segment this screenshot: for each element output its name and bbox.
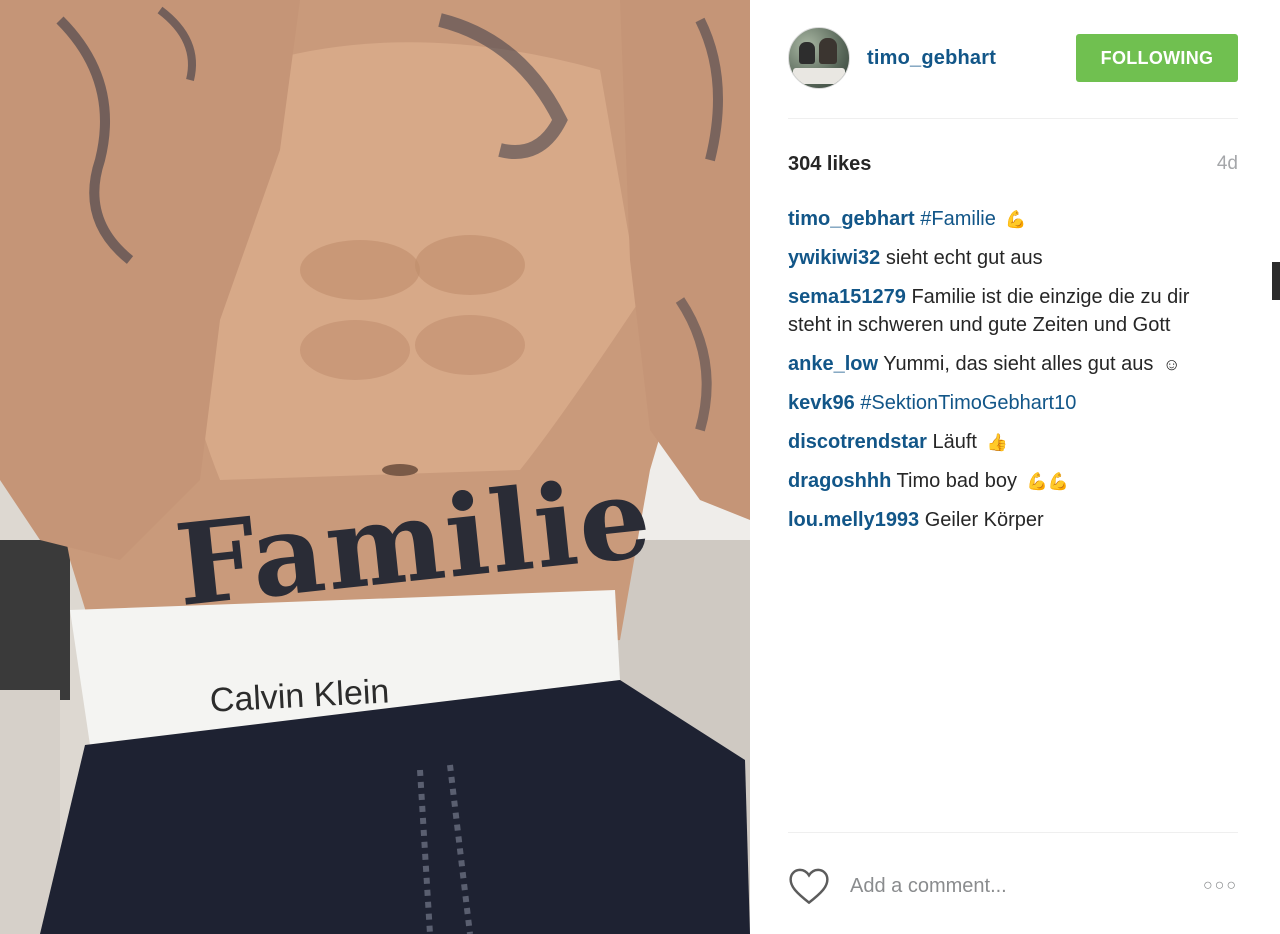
hand-pointing-icon: 👍 <box>986 433 1008 453</box>
comment-user-link[interactable]: anke_low <box>788 353 878 375</box>
list-item: sema151279 Familie ist die einzige die z… <box>788 283 1236 339</box>
comment-user-link[interactable]: timo_gebhart <box>788 208 915 230</box>
more-options-icon[interactable]: ○○○ <box>1198 877 1238 895</box>
comment-text: sieht echt gut aus <box>885 247 1043 269</box>
comment-user-link[interactable]: ywikiwi32 <box>788 247 880 269</box>
post-stats: 304 likes 4d <box>788 150 1238 178</box>
comment-user-link[interactable]: discotrendstar <box>788 431 927 453</box>
post-header: timo_gebhart FOLLOWING <box>788 22 1238 94</box>
list-item: timo_gebhart #Familie 💪 <box>788 205 1236 233</box>
footer-divider <box>788 832 1238 833</box>
list-item: anke_low Yummi, das sieht alles gut aus … <box>788 350 1236 378</box>
post-details-panel: timo_gebhart FOLLOWING 304 likes 4d timo… <box>750 0 1272 934</box>
post-time[interactable]: 4d <box>1217 153 1238 175</box>
comment-text: Läuft <box>932 431 977 453</box>
flexed-biceps-icon: 💪 <box>1005 210 1027 230</box>
comment-user-link[interactable]: lou.melly1993 <box>788 509 919 531</box>
comment-user-link[interactable]: dragoshhh <box>788 470 891 492</box>
comment-input[interactable] <box>848 873 1198 899</box>
comment-user-link[interactable]: sema151279 <box>788 286 906 308</box>
comment-user-link[interactable]: kevk96 <box>788 392 855 414</box>
likes-count[interactable]: 304 likes <box>788 153 871 176</box>
username-link[interactable]: timo_gebhart <box>867 47 996 70</box>
list-item: discotrendstar Läuft 👍 <box>788 428 1236 456</box>
following-button[interactable]: FOLLOWING <box>1076 34 1238 82</box>
header-divider <box>788 118 1238 119</box>
background-edge <box>1272 262 1280 300</box>
comment-bar: ○○○ <box>788 862 1238 910</box>
list-item: lou.melly1993 Geiler Körper <box>788 506 1236 534</box>
heart-icon[interactable] <box>788 866 830 906</box>
list-item: dragoshhh Timo bad boy 💪💪 <box>788 467 1236 495</box>
list-item: kevk96 #SektionTimoGebhart10 <box>788 389 1236 417</box>
comment-text: Geiler Körper <box>924 509 1044 531</box>
smiling-face-icon: ☺ <box>1162 355 1181 375</box>
post-photo[interactable]: Calvin Klein Familie <box>0 0 750 934</box>
flexed-biceps-icon: 💪💪 <box>1026 472 1069 492</box>
post-photo-illustration: Calvin Klein Familie <box>0 0 750 934</box>
list-item: ywikiwi32 sieht echt gut aus <box>788 244 1236 272</box>
avatar[interactable] <box>788 27 850 89</box>
hashtag-link[interactable]: #Familie <box>920 208 996 230</box>
comment-text: Yummi, das sieht alles gut aus <box>883 353 1154 375</box>
comments-list: timo_gebhart #Familie 💪 ywikiwi32 sieht … <box>788 205 1236 545</box>
comment-text: Timo bad boy <box>896 470 1017 492</box>
hashtag-link[interactable]: #SektionTimoGebhart10 <box>860 392 1076 414</box>
